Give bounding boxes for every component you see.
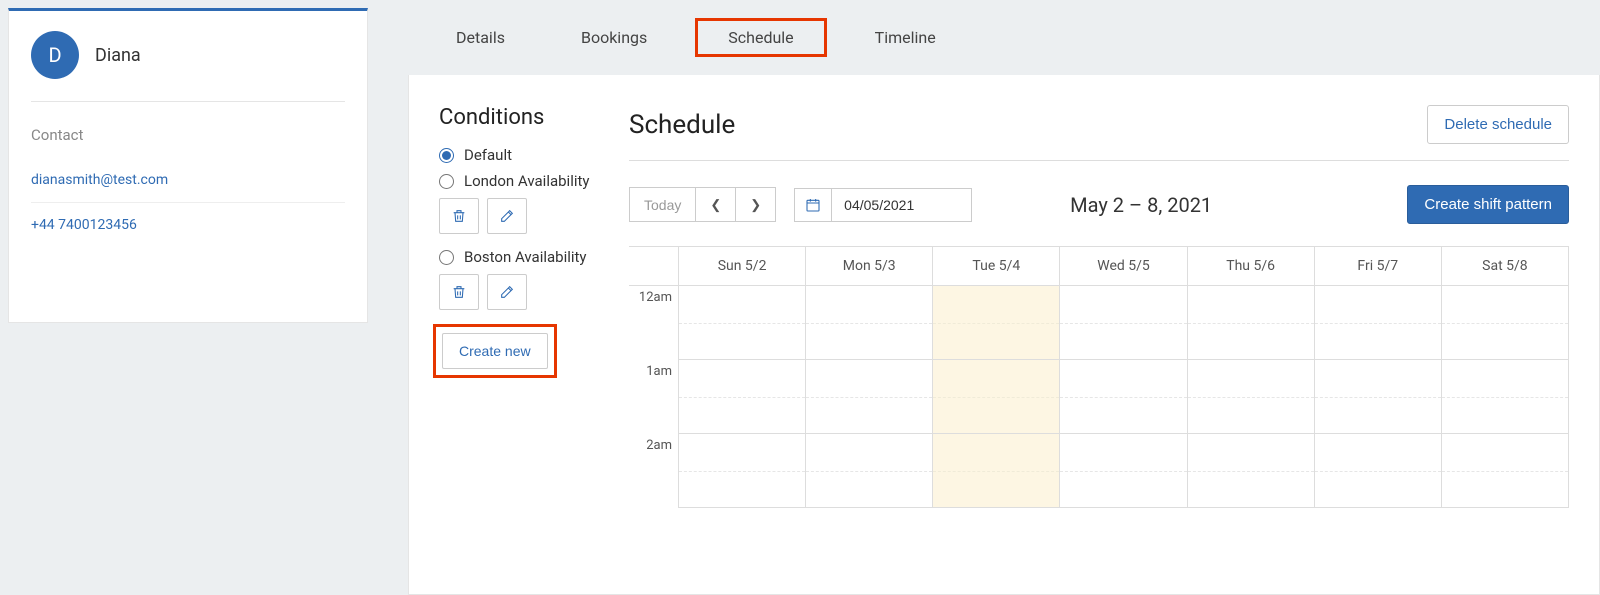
tab-bookings[interactable]: Bookings: [563, 18, 665, 57]
condition-radio[interactable]: [439, 174, 454, 189]
next-week-button[interactable]: ❯: [736, 187, 776, 222]
condition-actions: [439, 274, 629, 310]
calendar-cell[interactable]: [1060, 434, 1187, 508]
condition-radio[interactable]: [439, 148, 454, 163]
calendar-cell[interactable]: [1442, 434, 1569, 508]
day-header-wed: Wed 5/5: [1060, 247, 1187, 286]
calendar-row: 1am: [629, 360, 1569, 434]
calendar-cell[interactable]: [933, 434, 1060, 508]
profile-name: Diana: [95, 45, 141, 66]
tab-timeline[interactable]: Timeline: [857, 18, 954, 57]
calendar-time-gutter-header: [629, 247, 679, 286]
calendar-cell[interactable]: [1188, 434, 1315, 508]
chevron-right-icon: ❯: [750, 197, 761, 212]
condition-option-london[interactable]: London Availability: [439, 172, 629, 190]
calendar-grid: Sun 5/2 Mon 5/3 Tue 5/4 Wed 5/5 Thu 5/6 …: [629, 246, 1569, 508]
calendar-cell[interactable]: [679, 360, 806, 434]
condition-radio[interactable]: [439, 250, 454, 265]
edit-icon: [499, 208, 515, 224]
day-header-fri: Fri 5/7: [1315, 247, 1442, 286]
tabs-bar: Details Bookings Schedule Timeline: [408, 0, 1600, 75]
calendar-icon: [805, 197, 821, 213]
date-range-label: May 2 – 8, 2021: [1070, 193, 1212, 217]
delete-condition-button[interactable]: [439, 274, 479, 310]
calendar-cell[interactable]: [679, 434, 806, 508]
tab-details[interactable]: Details: [438, 18, 523, 57]
profile-header: D Diana: [31, 31, 345, 102]
avatar: D: [31, 31, 79, 79]
edit-icon: [499, 284, 515, 300]
calendar-cell[interactable]: [1188, 286, 1315, 360]
time-label: 2am: [629, 434, 679, 508]
date-input[interactable]: [832, 188, 972, 222]
calendar-cell[interactable]: [1315, 360, 1442, 434]
delete-schedule-button[interactable]: Delete schedule: [1427, 105, 1569, 144]
calendar-header-row: Sun 5/2 Mon 5/3 Tue 5/4 Wed 5/5 Thu 5/6 …: [629, 247, 1569, 286]
calendar-cell[interactable]: [806, 434, 933, 508]
content-panel: Conditions Default London Availability: [408, 75, 1600, 595]
schedule-heading: Schedule: [629, 110, 735, 140]
calendar-cell[interactable]: [679, 286, 806, 360]
contact-heading: Contact: [31, 126, 345, 158]
calendar-cell[interactable]: [1442, 286, 1569, 360]
calendar-row: 2am: [629, 434, 1569, 508]
trash-icon: [451, 284, 467, 300]
create-shift-pattern-button[interactable]: Create shift pattern: [1407, 185, 1569, 224]
main-area: Details Bookings Schedule Timeline Condi…: [368, 0, 1600, 595]
time-label: 1am: [629, 360, 679, 434]
condition-label: Boston Availability: [464, 248, 587, 266]
calendar-row: 12am: [629, 286, 1569, 360]
edit-condition-button[interactable]: [487, 274, 527, 310]
chevron-left-icon: ❮: [710, 197, 721, 212]
calendar-cell[interactable]: [1315, 434, 1442, 508]
condition-label: Default: [464, 146, 512, 164]
date-picker: [794, 188, 972, 222]
contact-phone-link[interactable]: +44 7400123456: [31, 203, 345, 247]
schedule-column: Schedule Delete schedule Today ❮ ❯: [629, 105, 1569, 594]
day-header-sat: Sat 5/8: [1442, 247, 1569, 286]
prev-week-button[interactable]: ❮: [696, 187, 736, 222]
day-header-mon: Mon 5/3: [806, 247, 933, 286]
calendar-cell[interactable]: [933, 286, 1060, 360]
tab-schedule[interactable]: Schedule: [695, 18, 826, 57]
conditions-column: Conditions Default London Availability: [439, 105, 629, 594]
time-label: 12am: [629, 286, 679, 360]
calendar-cell[interactable]: [806, 360, 933, 434]
open-date-picker-button[interactable]: [794, 188, 832, 222]
contact-email-link[interactable]: dianasmith@test.com: [31, 158, 345, 203]
schedule-toolbar: Today ❮ ❯ May 2 – 8, 2021 Create shift: [629, 185, 1569, 224]
toolbar-left: Today ❮ ❯ May 2 – 8, 2021: [629, 187, 1212, 222]
trash-icon: [451, 208, 467, 224]
calendar-cell[interactable]: [1442, 360, 1569, 434]
today-button[interactable]: Today: [629, 187, 696, 222]
create-new-condition-button[interactable]: Create new: [442, 333, 548, 369]
create-new-highlight: Create new: [433, 324, 557, 378]
condition-option-default[interactable]: Default: [439, 146, 629, 164]
schedule-header: Schedule Delete schedule: [629, 105, 1569, 161]
day-header-tue: Tue 5/4: [933, 247, 1060, 286]
calendar-cell[interactable]: [1315, 286, 1442, 360]
calendar-cell[interactable]: [1060, 286, 1187, 360]
day-header-thu: Thu 5/6: [1188, 247, 1315, 286]
calendar-cell[interactable]: [806, 286, 933, 360]
condition-label: London Availability: [464, 172, 590, 190]
calendar-cell[interactable]: [1188, 360, 1315, 434]
calendar-cell[interactable]: [1060, 360, 1187, 434]
day-header-sun: Sun 5/2: [679, 247, 806, 286]
edit-condition-button[interactable]: [487, 198, 527, 234]
calendar-cell[interactable]: [933, 360, 1060, 434]
profile-card: D Diana Contact dianasmith@test.com +44 …: [8, 8, 368, 323]
condition-option-boston[interactable]: Boston Availability: [439, 248, 629, 266]
nav-button-group: Today ❮ ❯: [629, 187, 776, 222]
conditions-heading: Conditions: [439, 105, 629, 130]
delete-condition-button[interactable]: [439, 198, 479, 234]
condition-actions: [439, 198, 629, 234]
